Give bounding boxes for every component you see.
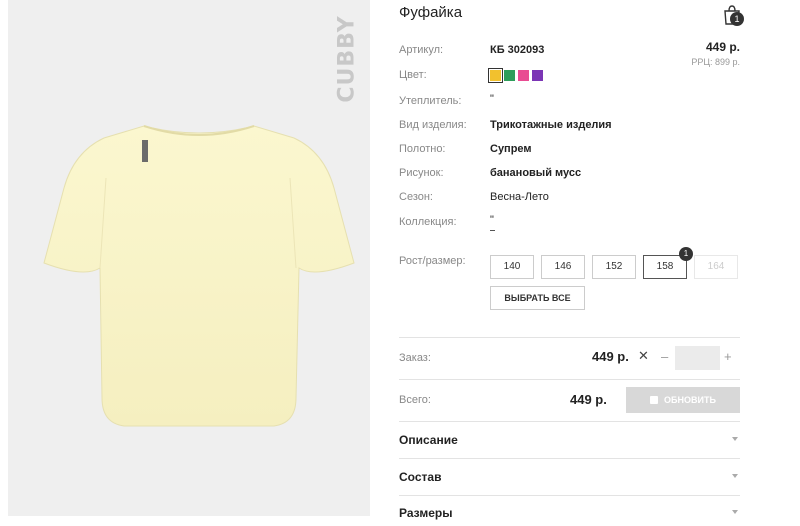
size-option-152[interactable]: 152 [592, 255, 636, 279]
color-swatches [488, 68, 543, 83]
size-option-146[interactable]: 146 [541, 255, 585, 279]
color-swatch-pink[interactable] [518, 70, 529, 81]
brand-logo: CUBBY [334, 15, 360, 103]
divider [399, 421, 740, 422]
size-option-164: 164 [694, 255, 738, 279]
spec-label-color: Цвет: [399, 69, 427, 81]
spec-value-fabric: Супрем [490, 143, 532, 155]
spec-label-season: Сезон: [399, 191, 433, 203]
size-selector: 140 146 152 158 1 164 [490, 247, 738, 279]
tshirt-image [43, 125, 355, 427]
update-button-label: ОБНОВИТЬ [664, 395, 716, 405]
spec-label-article: Артикул: [399, 44, 444, 56]
rrc-price: РРЦ: 899 р. [691, 57, 740, 67]
divider [399, 379, 740, 380]
total-label: Всего: [399, 394, 431, 406]
size-option-158-label: 158 [656, 261, 674, 272]
product-details: Фуфайка 1 449 р. РРЦ: 899 р. Артикул: КБ… [399, 0, 744, 520]
spec-value-collection: " [490, 214, 494, 226]
spec-value-insulation: " [490, 93, 494, 105]
bag-icon [650, 396, 659, 404]
spec-value-type: Трикотажные изделия [490, 119, 612, 131]
spec-value-pattern: банановый мусс [490, 167, 582, 179]
size-label: Рост/размер: [399, 255, 466, 267]
accordion-composition[interactable]: Состав [399, 470, 740, 490]
color-swatch-purple[interactable] [532, 70, 543, 81]
product-photo[interactable]: CUBBY [8, 0, 370, 516]
spec-value-season: Весна-Лето [490, 191, 549, 203]
quantity-input[interactable] [675, 346, 720, 370]
multiply-icon: ✕ [638, 348, 649, 363]
size-option-140[interactable]: 140 [490, 255, 534, 279]
select-all-button[interactable]: ВЫБРАТЬ ВСЕ [490, 286, 585, 310]
divider [399, 337, 740, 338]
chevron-down-icon [732, 437, 738, 441]
total-price: 449 р. [570, 392, 607, 407]
product-image-area: CUBBY [0, 0, 370, 516]
increase-button[interactable]: + [724, 349, 732, 364]
accordion-title: Размеры [399, 506, 453, 520]
spec-label-collection: Коллекция: [399, 216, 457, 228]
accordion-title: Описание [399, 433, 458, 447]
spec-label-insulation: Утеплитель: [399, 95, 462, 107]
decrease-button[interactable]: – [661, 349, 668, 364]
order-label: Заказ: [399, 352, 431, 364]
order-price: 449 р. [592, 349, 629, 364]
color-swatch-yellow[interactable] [488, 68, 503, 83]
color-swatch-green[interactable] [504, 70, 515, 81]
update-button[interactable]: ОБНОВИТЬ [626, 387, 740, 413]
spec-label-pattern: Рисунок: [399, 167, 444, 179]
collection-dash [490, 230, 495, 231]
divider [399, 495, 740, 496]
spec-label-fabric: Полотно: [399, 143, 446, 155]
product-price: 449 р. [705, 40, 740, 54]
chevron-down-icon [732, 474, 738, 478]
cart-count-badge: 1 [730, 12, 744, 26]
divider [399, 458, 740, 459]
spec-value-article: КБ 302093 [490, 44, 545, 56]
product-title: Фуфайка [399, 4, 463, 21]
accordion-description[interactable]: Описание [399, 433, 740, 453]
size-option-158[interactable]: 158 1 [643, 247, 693, 279]
accordion-title: Состав [399, 470, 442, 484]
chevron-down-icon [732, 510, 738, 514]
size-count-badge: 1 [679, 247, 693, 261]
spec-label-type: Вид изделия: [399, 119, 467, 131]
accordion-sizes[interactable]: Размеры [399, 506, 740, 526]
